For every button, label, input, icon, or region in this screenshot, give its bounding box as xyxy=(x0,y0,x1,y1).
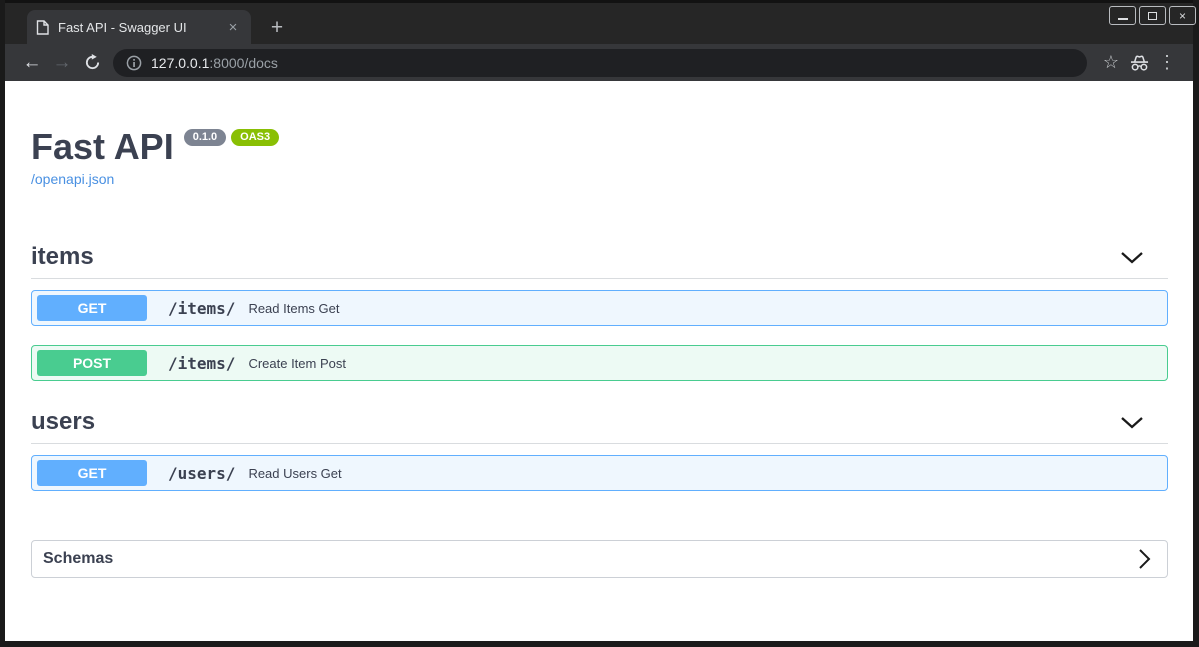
schemas-label: Schemas xyxy=(43,550,114,567)
title-badges: 0.1.0 OAS3 xyxy=(183,129,280,147)
page-info-icon[interactable] xyxy=(126,55,142,71)
operation-path: /items/ xyxy=(168,298,236,318)
method-badge: GET xyxy=(37,460,147,486)
back-button[interactable]: ← xyxy=(17,48,47,78)
incognito-indicator xyxy=(1125,49,1153,77)
operation-summary: Read Users Get xyxy=(248,465,342,481)
tag-section-items: items GET /items/ Read Items Get POST /i… xyxy=(31,243,1168,381)
close-icon: × xyxy=(1178,8,1186,23)
swagger-page: Fast API 0.1.0 OAS3 /openapi.json items … xyxy=(5,81,1193,641)
minimize-icon xyxy=(1117,17,1128,20)
refresh-button[interactable] xyxy=(77,48,107,78)
window-controls: × xyxy=(1109,6,1196,25)
tab-close-icon[interactable]: × xyxy=(224,18,242,36)
api-title-row: Fast API 0.1.0 OAS3 xyxy=(31,127,1168,167)
collapse-items-button[interactable] xyxy=(1120,251,1144,264)
minimize-button[interactable] xyxy=(1109,6,1136,25)
operation-row-get-items[interactable]: GET /items/ Read Items Get xyxy=(31,290,1168,326)
chevron-down-icon xyxy=(1121,251,1143,264)
star-icon: ☆ xyxy=(1102,52,1120,72)
operation-path: /items/ xyxy=(168,353,236,373)
browser-toolbar: ← → 127.0.0.1:8000/docs ☆ ⋮ xyxy=(5,44,1193,81)
tag-header-users[interactable]: users xyxy=(31,408,1168,444)
url-bar[interactable]: 127.0.0.1:8000/docs xyxy=(113,48,1087,77)
browser-window: Fast API - Swagger UI × + × ← → 127.0.0.… xyxy=(0,0,1199,647)
kebab-menu-icon: ⋮ xyxy=(1158,52,1176,72)
operation-summary: Create Item Post xyxy=(248,355,346,371)
browser-tab[interactable]: Fast API - Swagger UI × xyxy=(27,10,251,44)
openapi-spec-link[interactable]: /openapi.json xyxy=(31,171,114,187)
operation-row-get-users[interactable]: GET /users/ Read Users Get xyxy=(31,455,1168,491)
chevron-down-icon xyxy=(1121,416,1143,429)
maximize-button[interactable] xyxy=(1139,6,1166,25)
version-badge: 0.1.0 xyxy=(183,129,227,147)
collapse-users-button[interactable] xyxy=(1120,416,1144,429)
tag-title: items xyxy=(31,243,94,270)
tab-title: Fast API - Swagger UI xyxy=(58,19,187,35)
tag-section-users: users GET /users/ Read Users Get xyxy=(31,408,1168,491)
page-document-icon xyxy=(36,19,49,35)
api-info: Fast API 0.1.0 OAS3 /openapi.json xyxy=(31,127,1168,189)
incognito-icon xyxy=(1130,55,1148,71)
operation-path: /users/ xyxy=(168,463,236,483)
bookmark-star-button[interactable]: ☆ xyxy=(1097,49,1125,77)
operation-row-post-items[interactable]: POST /items/ Create Item Post xyxy=(31,345,1168,381)
tag-header-items[interactable]: items xyxy=(31,243,1168,279)
tag-title: users xyxy=(31,408,96,435)
schemas-section-header[interactable]: Schemas xyxy=(31,540,1168,578)
browser-menu-button[interactable]: ⋮ xyxy=(1153,49,1181,77)
forward-button[interactable]: → xyxy=(47,48,77,78)
operation-summary: Read Items Get xyxy=(248,300,340,316)
method-badge: GET xyxy=(37,295,147,321)
maximize-icon xyxy=(1148,11,1157,20)
oas3-badge: OAS3 xyxy=(231,129,280,147)
url-host: 127.0.0.1 xyxy=(151,54,210,71)
url-path: :8000/docs xyxy=(209,54,278,71)
method-badge: POST xyxy=(37,350,147,376)
new-tab-button[interactable]: + xyxy=(263,14,291,42)
refresh-icon xyxy=(85,54,99,70)
close-button[interactable]: × xyxy=(1169,6,1196,25)
back-icon: ← xyxy=(22,52,42,73)
chevron-right-icon xyxy=(1139,549,1151,569)
titlebar: Fast API - Swagger UI × + × xyxy=(5,0,1196,44)
page-title: Fast API xyxy=(31,126,174,167)
forward-icon: → xyxy=(52,52,72,73)
